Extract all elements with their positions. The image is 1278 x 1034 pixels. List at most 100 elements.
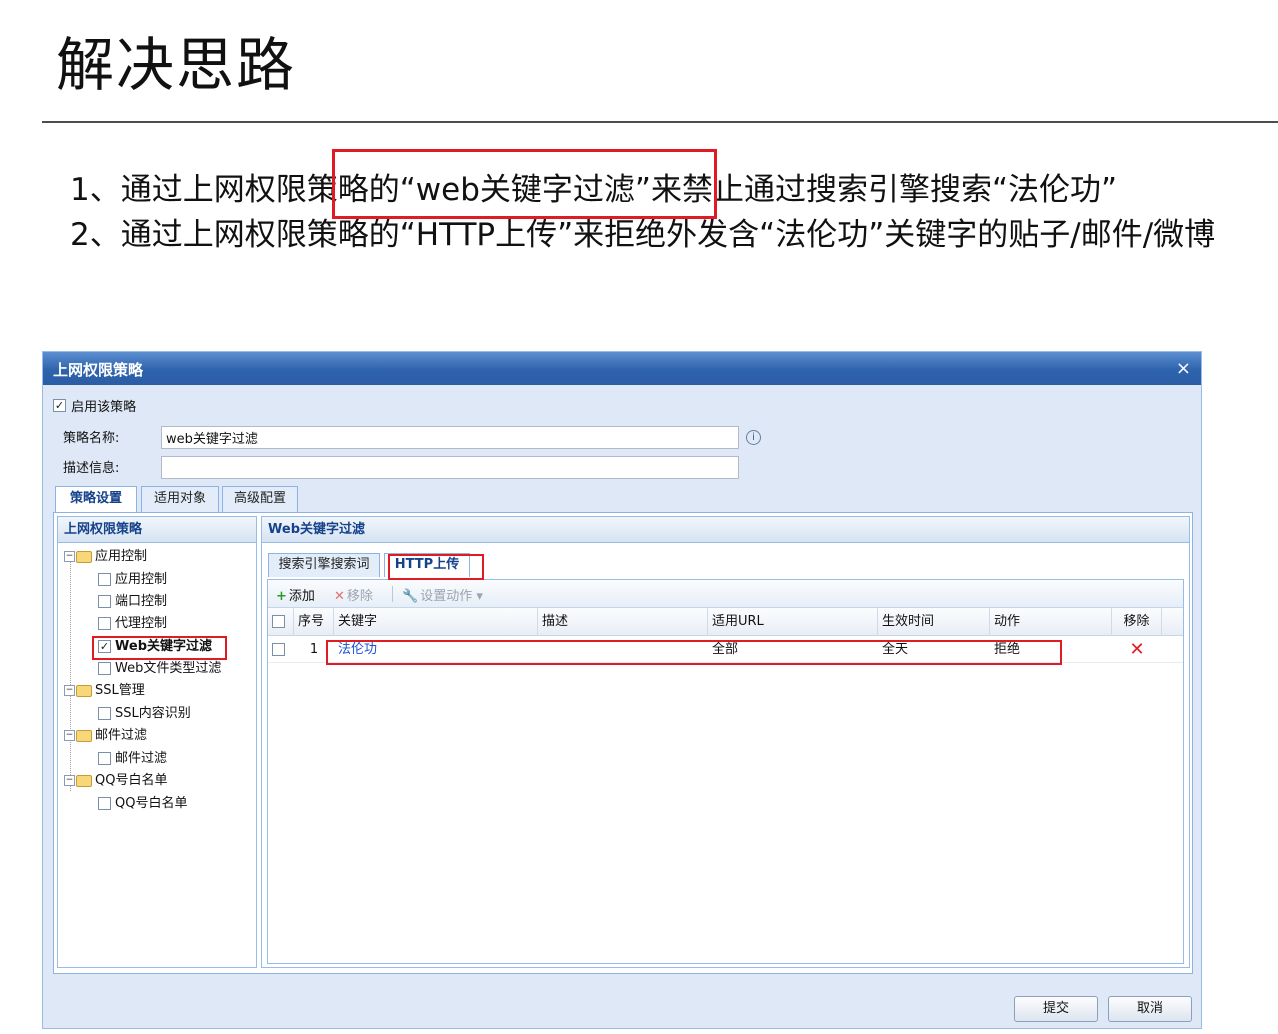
- cancel-button[interactable]: 取消: [1108, 996, 1192, 1022]
- row-remove[interactable]: ✕: [1112, 637, 1162, 663]
- tree-checkbox[interactable]: [98, 617, 111, 630]
- close-icon[interactable]: ×: [1176, 358, 1191, 379]
- tree-checkbox[interactable]: [98, 707, 111, 720]
- header-select-all[interactable]: [268, 608, 294, 636]
- tab-advanced-config[interactable]: 高级配置: [222, 486, 298, 512]
- table-row[interactable]: 1 法伦功 全部 全天 拒绝 ✕: [268, 637, 1183, 663]
- tree-group-ssl[interactable]: − SSL管理: [64, 681, 145, 701]
- tree-checkbox[interactable]: [98, 595, 111, 608]
- tree-group-app-control[interactable]: − 应用控制: [64, 547, 147, 567]
- subtab-search-terms[interactable]: 搜索引擎搜索词: [268, 553, 380, 577]
- policy-dialog: 上网权限策略 × ✓ 启用该策略 策略名称: i 描述信息: 策略设置 适用对象…: [42, 351, 1202, 1029]
- tree-item-port-control[interactable]: 端口控制: [98, 592, 167, 612]
- delete-icon[interactable]: ✕: [1129, 639, 1144, 660]
- tree-item-label: 应用控制: [115, 572, 168, 587]
- tree-item-label: Web关键字过滤: [115, 639, 212, 654]
- enable-policy-row: ✓ 启用该策略: [53, 395, 136, 415]
- collapse-icon[interactable]: −: [64, 685, 75, 696]
- row-select[interactable]: [268, 637, 294, 663]
- collapse-icon[interactable]: −: [64, 551, 75, 562]
- tab-target-objects[interactable]: 适用对象: [141, 486, 219, 512]
- folder-icon: [76, 774, 92, 787]
- row-time: 全天: [882, 642, 909, 657]
- remove-button[interactable]: ✕ 移除: [334, 585, 373, 604]
- col-index[interactable]: 序号: [294, 608, 334, 636]
- folder-icon: [76, 550, 92, 563]
- folder-icon: [76, 729, 92, 742]
- row-keyword[interactable]: 法伦功: [334, 637, 538, 663]
- tree-checkbox[interactable]: [98, 662, 111, 675]
- tree-guide: [70, 559, 71, 791]
- tree-item-label: SSL内容识别: [115, 706, 191, 721]
- col-time[interactable]: 生效时间: [878, 608, 990, 636]
- description-input[interactable]: [161, 456, 739, 479]
- title-divider: [42, 121, 1278, 123]
- policy-name-label: 策略名称:: [63, 431, 120, 446]
- tree-item-label: 代理控制: [115, 616, 168, 631]
- description-row: 描述信息:: [63, 456, 739, 479]
- tree-checkbox[interactable]: [98, 573, 111, 586]
- col-action[interactable]: 动作: [990, 608, 1112, 636]
- enable-policy-label: 启用该策略: [71, 400, 137, 415]
- tree-item-label: QQ号白名单: [115, 796, 188, 811]
- tree-header: 上网权限策略: [58, 517, 256, 543]
- col-keyword[interactable]: 关键字: [334, 608, 538, 636]
- enable-policy-checkbox[interactable]: ✓: [53, 399, 66, 412]
- submit-button[interactable]: 提交: [1014, 996, 1098, 1022]
- grid-header: 序号 关键字 描述 适用URL 生效时间 动作 移除: [268, 608, 1183, 636]
- tree-group-qq[interactable]: − QQ号白名单: [64, 771, 167, 791]
- tree-item-qq-whitelist[interactable]: QQ号白名单: [98, 794, 187, 814]
- tree-group-mail[interactable]: − 邮件过滤: [64, 726, 147, 746]
- slide-title: 解决思路: [56, 31, 297, 99]
- policy-name-row: 策略名称: i: [63, 426, 761, 449]
- col-url[interactable]: 适用URL: [708, 608, 878, 636]
- tree-group-label: 应用控制: [95, 549, 148, 564]
- remove-label: 移除: [346, 589, 373, 604]
- tree-group-label: QQ号白名单: [95, 773, 168, 788]
- col-description[interactable]: 描述: [538, 608, 708, 636]
- add-label: 添加: [288, 589, 315, 604]
- tree-checkbox[interactable]: [98, 797, 111, 810]
- highlight-web-keyword-filter: [332, 149, 717, 219]
- tree-item-proxy-control[interactable]: 代理控制: [98, 614, 167, 634]
- tab-policy-settings[interactable]: 策略设置: [55, 486, 137, 513]
- tree-item-label: 邮件过滤: [115, 751, 168, 766]
- toolbar-separator: [392, 586, 393, 602]
- right-panel-header: Web关键字过滤: [262, 517, 1189, 543]
- tree-item-label: 端口控制: [115, 594, 168, 609]
- tree-checkbox[interactable]: [98, 752, 111, 765]
- content-area: 上网权限策略 − 应用控制 应用控制 端口控制 代理控制 ✓ Web关键字过滤: [53, 512, 1193, 974]
- folder-icon: [76, 684, 92, 697]
- tree-group-label: SSL管理: [95, 683, 145, 698]
- select-all-checkbox[interactable]: [272, 615, 285, 628]
- info-icon: i: [746, 430, 761, 445]
- tree-item-app-control[interactable]: 应用控制: [98, 570, 167, 590]
- add-button[interactable]: + 添加: [276, 585, 315, 604]
- tree-group-label: 邮件过滤: [95, 728, 148, 743]
- collapse-icon[interactable]: −: [64, 730, 75, 741]
- set-action-label: 设置动作: [420, 589, 473, 604]
- web-keyword-panel: Web关键字过滤 搜索引擎搜索词 HTTP上传 + 添加 ✕ 移除 🔧 设置动作 ▾ …: [261, 516, 1190, 968]
- description-label: 描述信息:: [63, 461, 120, 476]
- row-description: [538, 637, 708, 663]
- collapse-icon[interactable]: −: [64, 775, 75, 786]
- row-checkbox[interactable]: [272, 643, 285, 656]
- dropdown-arrow-icon: ▾: [476, 589, 483, 604]
- policy-name-input[interactable]: [161, 426, 739, 449]
- set-action-button[interactable]: 🔧 设置动作 ▾: [402, 585, 483, 604]
- subtab-http-upload[interactable]: HTTP上传: [384, 553, 470, 577]
- point-2: 2、通过上网权限策略的“HTTP上传”来拒绝外发含“法伦功”关键字的贴子/邮件/…: [70, 217, 1216, 253]
- wrench-icon: 🔧: [402, 589, 419, 604]
- tree-item-label: Web文件类型过滤: [115, 661, 222, 676]
- tree-item-web-filetype-filter[interactable]: Web文件类型过滤: [98, 659, 221, 679]
- col-remove[interactable]: 移除: [1112, 608, 1162, 636]
- tree-item-mail-filter[interactable]: 邮件过滤: [98, 749, 167, 769]
- row-url: 全部: [712, 642, 739, 657]
- tree-checkbox-checked[interactable]: ✓: [98, 640, 111, 653]
- policy-tree-panel: 上网权限策略 − 应用控制 应用控制 端口控制 代理控制 ✓ Web关键字过滤: [57, 516, 257, 968]
- dialog-titlebar: 上网权限策略 ×: [43, 352, 1201, 385]
- tree-item-ssl-content[interactable]: SSL内容识别: [98, 704, 191, 724]
- keyword-grid: + 添加 ✕ 移除 🔧 设置动作 ▾ 序号 关键字 描述 适用URL 生效时间 动作 …: [267, 579, 1184, 964]
- grid-toolbar: + 添加 ✕ 移除 🔧 设置动作 ▾: [268, 580, 1183, 608]
- tree-item-web-keyword-filter[interactable]: ✓ Web关键字过滤: [98, 637, 212, 657]
